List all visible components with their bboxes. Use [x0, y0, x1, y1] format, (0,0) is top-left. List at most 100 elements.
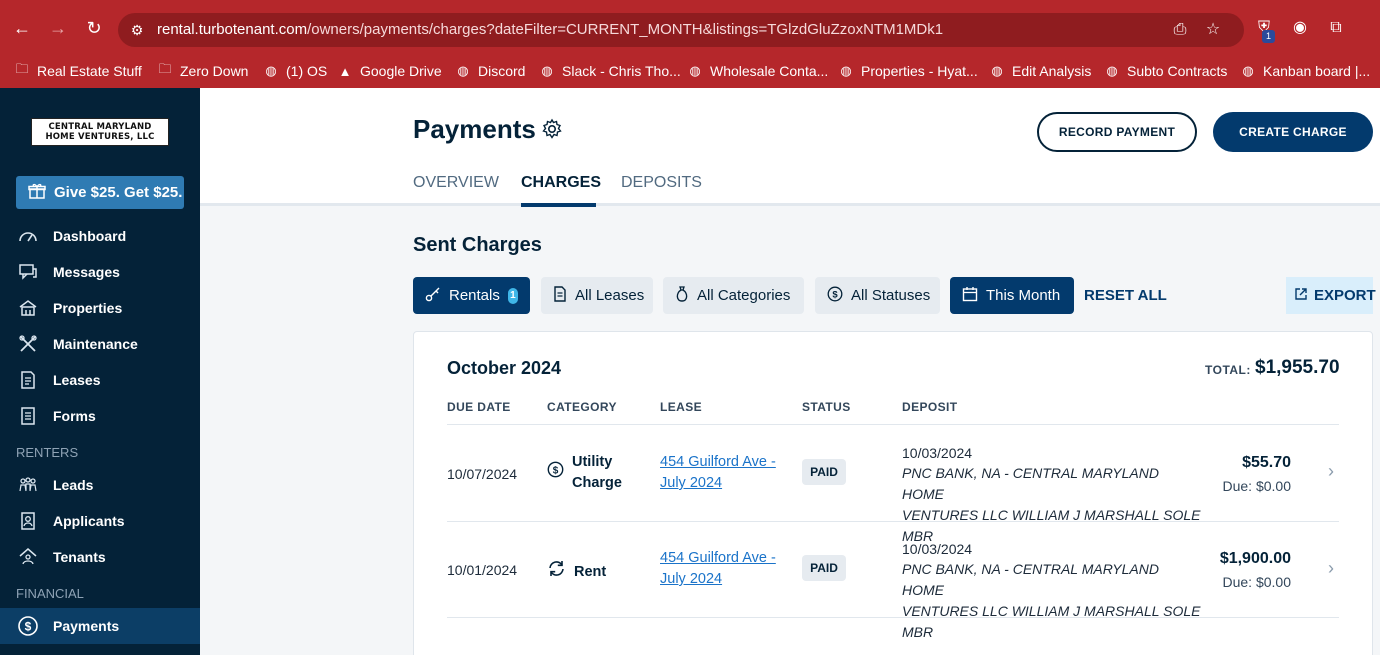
sidebar-item-tenants[interactable]: Tenants — [0, 539, 200, 575]
sidebar-item-label: Messages — [53, 264, 120, 280]
extension-globe-icon[interactable]: ◉ — [1290, 18, 1310, 38]
bookmark-label: Kanban board |... — [1263, 63, 1371, 79]
back-icon[interactable]: ← — [10, 16, 34, 40]
lease-link[interactable]: 454 Guilford Ave - July 2024 — [660, 548, 776, 590]
page-title: Payments — [413, 114, 536, 144]
bookmark-label: Real Estate Stuff — [37, 63, 142, 79]
address-bar[interactable]: ⚙ rental.turbotenant.com/owners/payments… — [118, 13, 1244, 47]
bookmark-item[interactable]: ◍ Slack - Chris Tho... — [539, 60, 680, 82]
company-logo[interactable]: CENTRAL MARYLAND HOME VENTURES, LLC — [31, 118, 169, 146]
sidebar-item-dashboard[interactable]: Dashboard — [0, 218, 200, 254]
filter-date-range[interactable]: This Month — [950, 277, 1074, 314]
bookmark-item[interactable]: ◍ Edit Analysis — [989, 60, 1091, 82]
sidebar-item-maintenance[interactable]: Maintenance — [0, 326, 200, 362]
install-app-icon[interactable]: ⎙ — [1170, 20, 1190, 40]
bookmark-item[interactable]: ◍ Wholesale Conta... — [687, 60, 828, 82]
bookmark-item[interactable]: ◍ (1) OS — [263, 60, 327, 82]
gear-icon[interactable] — [541, 118, 563, 140]
forward-icon[interactable]: → — [46, 16, 70, 40]
section-label-renters: RENTERS — [16, 445, 79, 460]
dollar-circle-icon: $ — [827, 286, 843, 306]
sidebar-item-leads[interactable]: Leads — [0, 467, 200, 503]
tab-overview[interactable]: OVERVIEW — [413, 174, 499, 192]
sidebar-item-leases[interactable]: Leases — [0, 362, 200, 398]
lease-line: 454 Guilford Ave - — [660, 454, 776, 470]
filter-label: Rentals — [449, 287, 500, 304]
bookmark-item[interactable]: ▲ Google Drive — [337, 60, 442, 82]
bookmark-label: Wholesale Conta... — [710, 63, 829, 79]
bookmark-label: Properties - Hyat... — [861, 63, 978, 79]
column-header: LEASE — [660, 400, 703, 414]
deposit-account: PNC BANK, NA - CENTRAL MARYLAND HOME VENT… — [902, 463, 1202, 547]
category-label: Utility Charge — [572, 452, 622, 494]
logo-line-1: CENTRAL MARYLAND — [48, 122, 152, 132]
url-text[interactable]: rental.turbotenant.com/owners/payments/c… — [157, 21, 943, 38]
svg-text:$: $ — [553, 465, 559, 476]
sidebar-item-applicants[interactable]: Applicants — [0, 503, 200, 539]
filter-rentals[interactable]: Rentals 1 — [413, 277, 530, 314]
deposit-line: VENTURES LLC WILLIAM J MARSHALL SOLE MBR — [902, 603, 1201, 640]
filter-leases[interactable]: All Leases — [541, 277, 653, 314]
row-divider — [447, 424, 1339, 425]
bookmarks-bar: 🗀 Real Estate Stuff 🗀 Zero Down ◍ (1) OS ▲ G… — [0, 56, 1380, 88]
filter-count-badge: 1 — [507, 287, 518, 304]
globe-icon: ◍ — [840, 63, 852, 78]
lease-line: July 2024 — [660, 571, 723, 587]
promo-label: Give $25. Get $25. — [54, 184, 183, 201]
tenants-icon — [17, 546, 39, 568]
chevron-right-icon[interactable]: › — [1328, 462, 1342, 480]
filter-label: All Statuses — [851, 287, 931, 304]
bookmark-item[interactable]: ◍ Kanban board |... — [1240, 60, 1370, 82]
lease-doc-icon — [553, 285, 567, 306]
sidebar-item-payments[interactable]: $ Payments — [0, 608, 200, 644]
url-path: /owners/payments/charges?dateFilter=CURR… — [307, 21, 944, 38]
record-payment-button[interactable]: RECORD PAYMENT — [1037, 112, 1197, 152]
globe-icon: ◍ — [265, 63, 277, 78]
deposit-date: 10/03/2024 — [902, 445, 973, 461]
due-date: 10/01/2024 — [447, 562, 518, 578]
drive-icon: ▲ — [338, 63, 352, 79]
charge-amount: $55.70 — [1242, 454, 1291, 471]
applicants-icon — [17, 510, 39, 532]
extensions-puzzle-icon[interactable]: ⧉ — [1326, 18, 1346, 38]
active-tab-indicator — [521, 203, 596, 207]
create-charge-button[interactable]: CREATE CHARGE — [1213, 112, 1373, 152]
reload-icon[interactable]: ↻ — [82, 16, 106, 40]
deposit-date: 10/03/2024 — [902, 541, 973, 557]
sidebar-item-forms[interactable]: Forms — [0, 398, 200, 434]
bookmark-label: Discord — [478, 63, 526, 79]
category-cell: Rent — [547, 559, 606, 585]
reset-all-button[interactable]: RESET ALL — [1084, 287, 1167, 304]
sidebar-item-properties[interactable]: Properties — [0, 290, 200, 326]
folder-icon: 🗀 — [158, 61, 172, 76]
filter-categories[interactable]: All Categories — [663, 277, 804, 314]
globe-icon: ◍ — [689, 63, 701, 78]
tab-charges[interactable]: CHARGES — [521, 174, 601, 192]
site-settings-icon[interactable]: ⚙ — [128, 21, 146, 39]
referral-promo-button[interactable]: Give $25. Get $25. — [16, 176, 184, 209]
deposit-line: PNC BANK, NA - CENTRAL MARYLAND HOME — [902, 561, 1159, 598]
lease-link[interactable]: 454 Guilford Ave - July 2024 — [660, 452, 776, 494]
filter-statuses[interactable]: $ All Statuses — [815, 277, 940, 314]
bookmark-item[interactable]: 🗀 Zero Down — [157, 60, 248, 82]
bookmark-star-icon[interactable]: ☆ — [1203, 20, 1223, 40]
bookmark-item[interactable]: ◍ Discord — [455, 60, 525, 82]
deposit-line: VENTURES LLC WILLIAM J MARSHALL SOLE MBR — [902, 507, 1201, 544]
column-header: CATEGORY — [547, 400, 617, 414]
column-header: DEPOSIT — [902, 400, 958, 414]
amount-due: Due: $0.00 — [1222, 574, 1292, 590]
globe-icon: ◍ — [457, 63, 469, 78]
bookmark-item[interactable]: 🗀 Real Estate Stuff — [14, 60, 142, 82]
bookmark-item[interactable]: ◍ Properties - Hyat... — [838, 60, 978, 82]
sidebar-item-label: Leads — [53, 477, 94, 493]
forms-icon — [17, 405, 39, 427]
sidebar-item-messages[interactable]: Messages — [0, 254, 200, 290]
sidebar-item-label: Maintenance — [53, 336, 138, 352]
chevron-right-icon[interactable]: › — [1328, 559, 1342, 577]
export-button[interactable]: EXPORT — [1286, 277, 1376, 314]
sidebar-item-label: Leases — [53, 372, 101, 388]
globe-icon: ◍ — [1242, 63, 1254, 78]
bookmark-item[interactable]: ◍ Subto Contracts — [1104, 60, 1227, 82]
sidebar-item-label: Applicants — [53, 513, 125, 529]
tab-deposits[interactable]: DEPOSITS — [621, 174, 702, 192]
